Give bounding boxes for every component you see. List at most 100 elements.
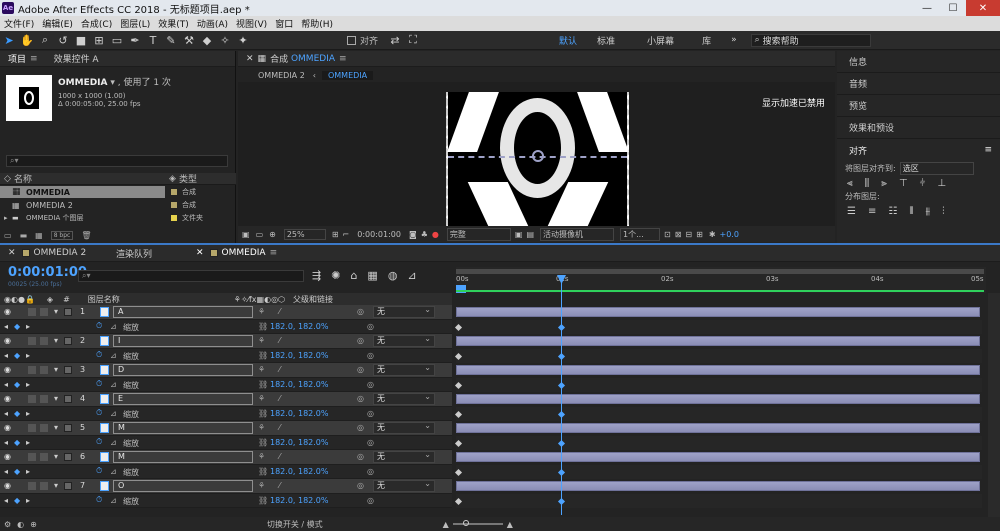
keyframe[interactable] xyxy=(454,352,463,360)
stopwatch-icon[interactable]: ⏱ xyxy=(96,350,102,360)
pick-whip-icon[interactable]: ◎ xyxy=(357,365,364,374)
keyframe-nav-icon[interactable]: ▸ xyxy=(26,438,30,447)
quality-switch-icon[interactable]: ⁄ xyxy=(279,365,280,374)
frame-blending-icon[interactable]: ▦ xyxy=(367,269,377,282)
table-row[interactable]: ◉ ▾ 1 A ⚘ ⁄ 无 ◎ xyxy=(0,305,452,320)
composition-flowchart-icon[interactable]: ⇶ xyxy=(312,269,321,282)
graph-icon[interactable]: ⊿ xyxy=(110,322,117,331)
keyframe[interactable] xyxy=(454,410,463,418)
help-search-field[interactable]: ⌕ 搜索帮助 xyxy=(750,33,871,47)
table-row[interactable]: ◉ ▾ 5 M ⚘ ⁄ 无 ◎ xyxy=(0,421,452,436)
shy-switch-icon[interactable]: ⚘ xyxy=(258,394,265,403)
keyframe-nav-icon[interactable]: ◂ xyxy=(4,322,8,331)
table-row[interactable]: ◉ ▾ 4 E ⚘ ⁄ 无 ◎ xyxy=(0,392,452,407)
pick-whip-icon[interactable]: ◎ xyxy=(357,307,364,316)
distribute-right-icon[interactable]: ⫶ xyxy=(942,206,945,217)
layer-duration-bar[interactable] xyxy=(456,452,980,462)
stopwatch-icon[interactable]: ⏱ xyxy=(96,321,102,331)
keyframe-nav-icon[interactable]: ▸ xyxy=(26,351,30,360)
channel-icon[interactable]: ● xyxy=(432,230,439,239)
camera-tool-icon[interactable]: ■ xyxy=(72,31,90,49)
flowchart-icon[interactable]: ⊟ xyxy=(685,230,692,239)
expression-pick-whip-icon[interactable]: ◎ xyxy=(367,496,374,505)
viewer-canvas[interactable]: 显示加速已禁用 xyxy=(238,82,835,226)
graph-icon[interactable]: ⊿ xyxy=(110,380,117,389)
panel-info[interactable]: 信息 xyxy=(837,51,1000,73)
bit-depth-button[interactable]: 8 bpc xyxy=(50,230,74,240)
pick-whip-icon[interactable]: ◎ xyxy=(357,452,364,461)
snap-options-icon[interactable]: ⇄ xyxy=(386,31,404,49)
layer-track[interactable] xyxy=(456,305,982,320)
layer-name[interactable]: M xyxy=(113,451,253,463)
shy-switch-icon[interactable]: ⚘ xyxy=(258,336,265,345)
layer-duration-bar[interactable] xyxy=(456,307,980,317)
toggle-icon[interactable]: ⊞ xyxy=(696,230,703,239)
graph-icon[interactable]: ⊿ xyxy=(110,409,117,418)
tab-ommedia-timeline[interactable]: ✕ OMMEDIA ≡ xyxy=(188,245,285,261)
motion-blur-icon[interactable]: ◍ xyxy=(388,269,398,282)
layer-name[interactable]: D xyxy=(113,364,253,376)
timeline-scrollbar[interactable] xyxy=(988,293,1000,517)
stopwatch-icon[interactable]: ⏱ xyxy=(96,466,102,476)
layer-track[interactable] xyxy=(456,392,982,407)
fast-preview-icon[interactable]: ▤ xyxy=(526,230,534,239)
workspace-default[interactable]: 默认 xyxy=(549,34,587,47)
eye-icon[interactable]: ◉ xyxy=(4,365,11,374)
workspace-standard[interactable]: 标准 xyxy=(587,34,625,47)
shy-switch-icon[interactable]: ⚘ xyxy=(258,452,265,461)
lock-toggle[interactable] xyxy=(40,366,48,374)
stopwatch-icon[interactable]: ⏱ xyxy=(96,408,102,418)
keyframe-add-icon[interactable]: ◆ xyxy=(14,496,20,505)
layout-icon[interactable]: ⊡ xyxy=(664,230,671,239)
shy-switch-icon[interactable]: ⚘ xyxy=(258,365,265,374)
table-row[interactable]: ◉ ▾ 2 I ⚘ ⁄ 无 ◎ xyxy=(0,334,452,349)
transfer-controls-icon[interactable]: ◐ xyxy=(17,520,24,529)
eye-icon[interactable]: ◉ xyxy=(4,452,11,461)
quality-switch-icon[interactable]: ⁄ xyxy=(279,307,280,316)
layer-name[interactable]: A xyxy=(113,306,253,318)
tab-project[interactable]: 项目 ≡ xyxy=(0,51,46,67)
lock-toggle[interactable] xyxy=(40,424,48,432)
property-value[interactable]: 182.0, 182.0% xyxy=(270,438,329,447)
constrain-proportions-icon[interactable]: ⛓ xyxy=(258,351,268,360)
solo-toggle[interactable] xyxy=(28,366,36,374)
solo-toggle[interactable] xyxy=(28,337,36,345)
keyframe-add-icon[interactable]: ◆ xyxy=(14,322,20,331)
work-area-bar[interactable] xyxy=(456,269,984,274)
parent-dropdown[interactable]: 无 xyxy=(373,363,435,376)
workspace-libraries[interactable]: 库 xyxy=(684,34,721,47)
align-to-dropdown[interactable]: 选区 xyxy=(899,161,974,175)
property-value[interactable]: 182.0, 182.0% xyxy=(270,380,329,389)
layer-name[interactable]: O xyxy=(113,480,253,492)
project-search-input[interactable]: ⌕▾ xyxy=(6,155,228,167)
menu-animation[interactable]: 动画(A) xyxy=(193,17,232,30)
eye-icon[interactable]: ◉ xyxy=(4,481,11,490)
menu-view[interactable]: 视图(V) xyxy=(232,17,271,30)
delete-icon[interactable]: 🗑 xyxy=(81,231,91,240)
constrain-proportions-icon[interactable]: ⛓ xyxy=(258,380,268,389)
layer-duration-bar[interactable] xyxy=(456,365,980,375)
constrain-proportions-icon[interactable]: ⛓ xyxy=(258,496,268,505)
draft-3d-icon[interactable]: ✺ xyxy=(331,269,340,282)
breadcrumb-ommedia[interactable]: OMMEDIA xyxy=(321,70,374,80)
constrain-proportions-icon[interactable]: ⛓ xyxy=(258,467,268,476)
keyframe[interactable] xyxy=(454,323,463,331)
menu-effect[interactable]: 效果(T) xyxy=(154,17,193,30)
lock-toggle[interactable] xyxy=(40,482,48,490)
expand-arrow-icon[interactable]: ▾ xyxy=(54,394,58,403)
col-name[interactable]: 名称 xyxy=(14,172,169,185)
mask-visibility-icon[interactable]: ⊕ xyxy=(269,230,276,239)
layer-track[interactable] xyxy=(456,450,982,465)
expand-arrow-icon[interactable]: ▾ xyxy=(54,307,58,316)
align-vcenter-icon[interactable]: ⫩ xyxy=(920,178,926,189)
layer-name[interactable]: I xyxy=(113,335,253,347)
expand-arrow-icon[interactable]: ▾ xyxy=(54,365,58,374)
expand-arrow-icon[interactable]: ▾ xyxy=(54,423,58,432)
type-tool-icon[interactable]: T xyxy=(144,31,162,49)
expand-arrow-icon[interactable]: ▾ xyxy=(54,481,58,490)
layer-track[interactable] xyxy=(456,421,982,436)
expression-pick-whip-icon[interactable]: ◎ xyxy=(367,322,374,331)
menu-edit[interactable]: 编辑(E) xyxy=(38,17,77,30)
keyframe-nav-icon[interactable]: ◂ xyxy=(4,496,8,505)
keyframe-nav-icon[interactable]: ◂ xyxy=(4,467,8,476)
